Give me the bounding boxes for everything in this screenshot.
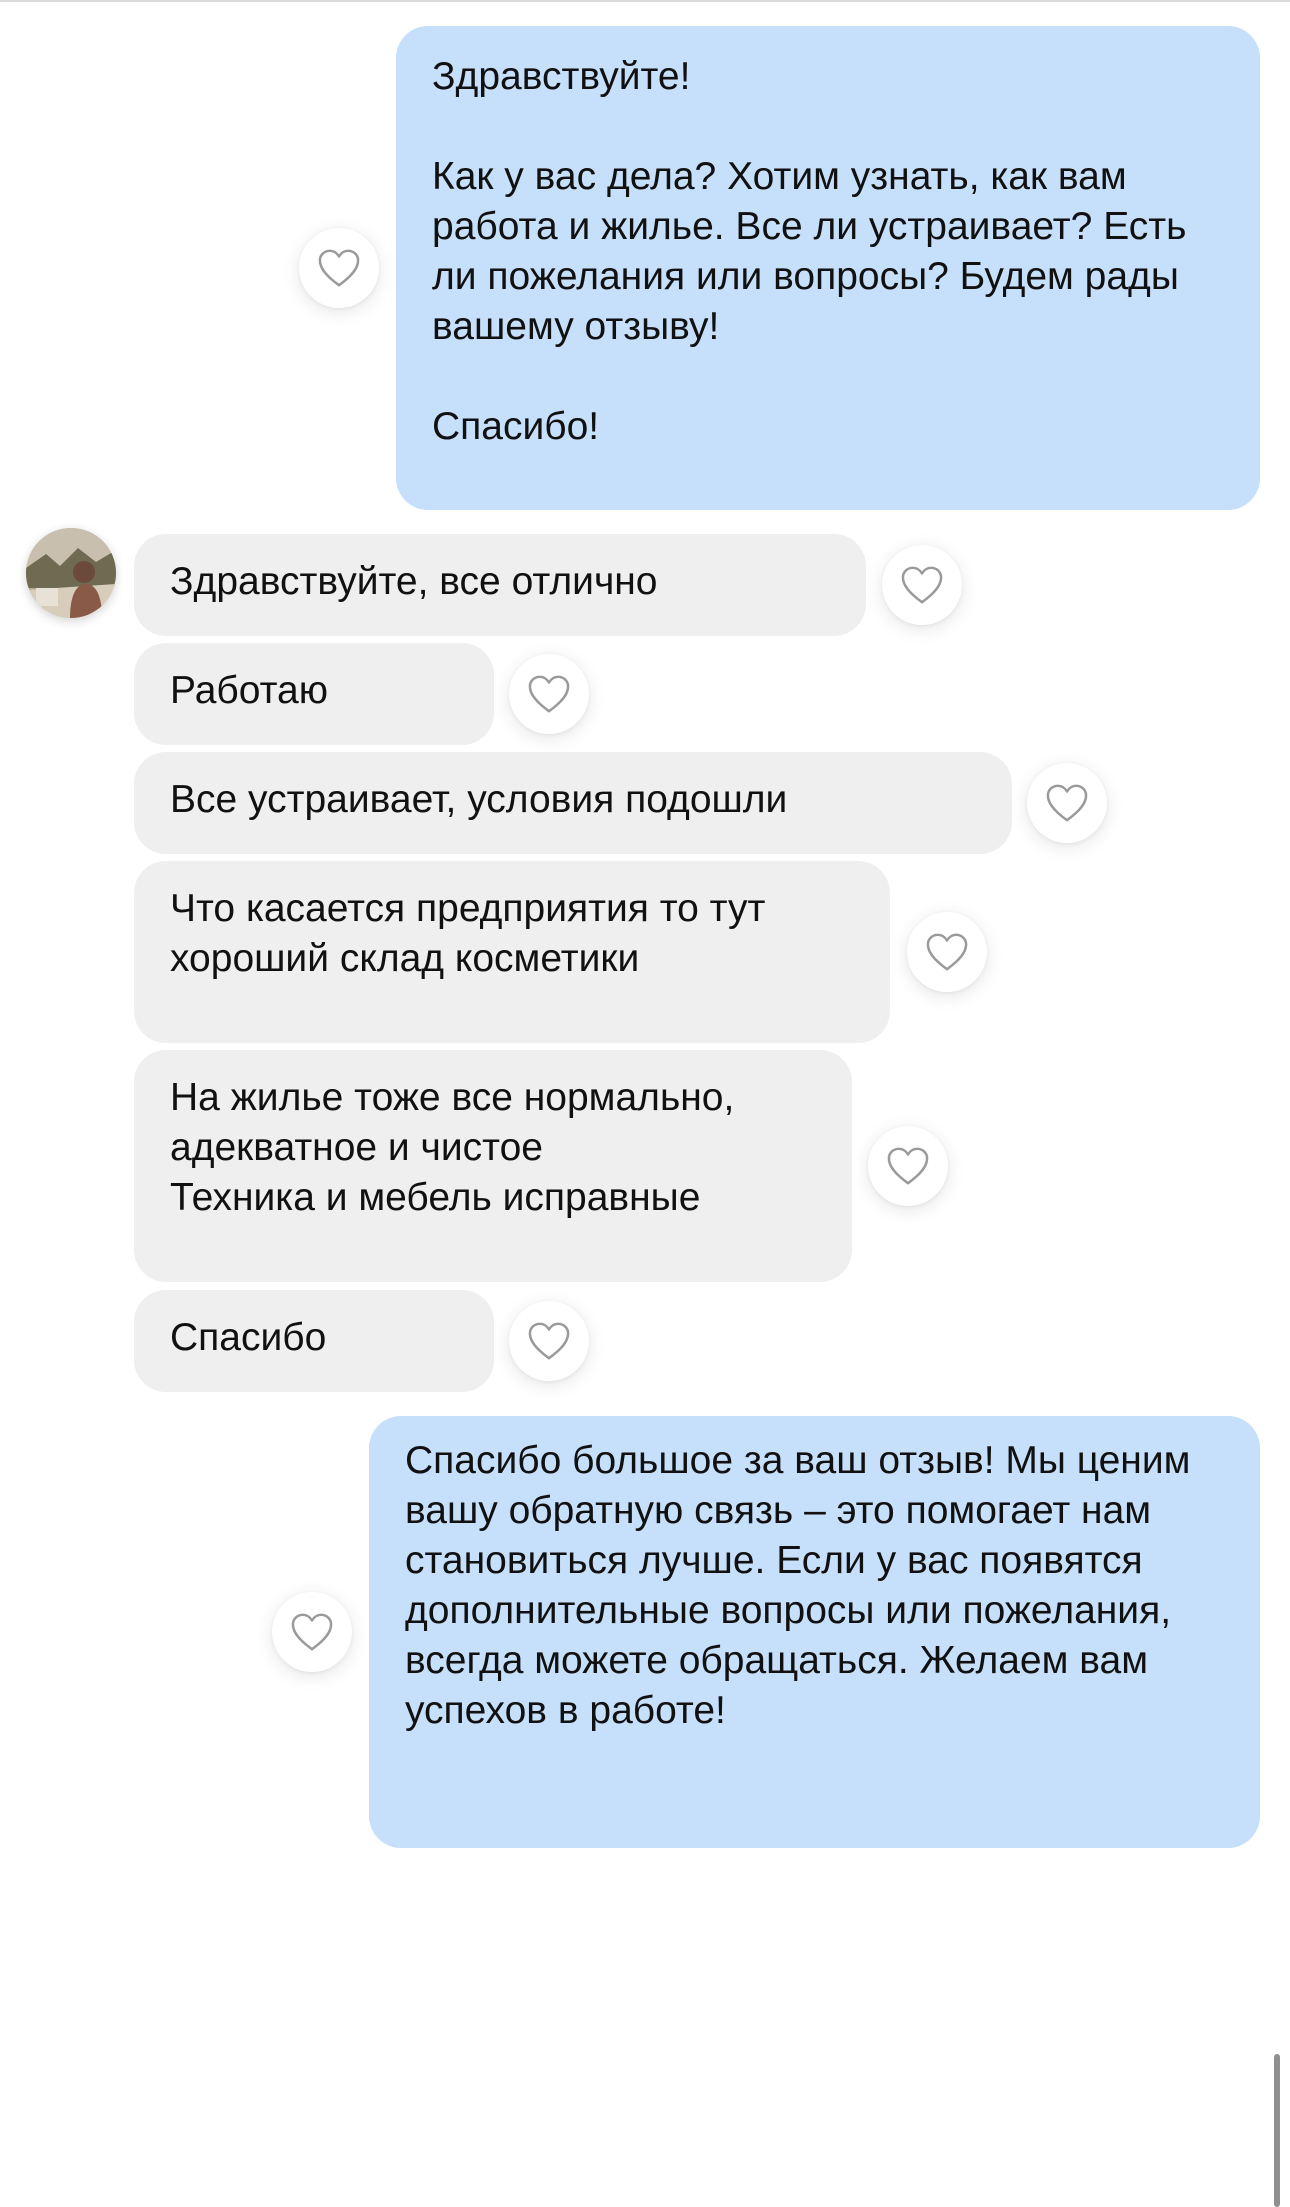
avatar-photo-icon: [26, 528, 116, 618]
top-divider: [0, 0, 1290, 2]
like-heart-icon[interactable]: [509, 1301, 589, 1381]
like-heart-icon[interactable]: [907, 912, 987, 992]
avatar[interactable]: [26, 528, 116, 618]
like-heart-icon[interactable]: [882, 545, 962, 625]
scrollbar[interactable]: [1274, 2054, 1280, 2207]
heart-icon: [291, 1613, 333, 1651]
heart-icon: [901, 566, 943, 604]
like-heart-icon[interactable]: [1027, 763, 1107, 843]
message-bubble-incoming[interactable]: Что касается предприятия то тут хороший …: [134, 861, 890, 1043]
like-heart-icon[interactable]: [868, 1126, 948, 1206]
heart-icon: [926, 933, 968, 971]
heart-icon: [887, 1147, 929, 1185]
message-bubble-incoming[interactable]: Все устраивает, условия подошли: [134, 752, 1012, 854]
like-heart-icon[interactable]: [299, 228, 379, 308]
message-bubble-outgoing[interactable]: Здравствуйте! Как у вас дела? Хотим узна…: [396, 26, 1260, 510]
heart-icon: [528, 675, 570, 713]
heart-icon: [318, 249, 360, 287]
message-bubble-incoming[interactable]: На жилье тоже все нормально, адекватное …: [134, 1050, 852, 1282]
message-bubble-incoming[interactable]: Здравствуйте, все отлично: [134, 534, 866, 636]
heart-icon: [1046, 784, 1088, 822]
like-heart-icon[interactable]: [509, 654, 589, 734]
message-bubble-incoming[interactable]: Работаю: [134, 643, 494, 745]
like-heart-icon[interactable]: [272, 1592, 352, 1672]
heart-icon: [528, 1322, 570, 1360]
message-bubble-incoming[interactable]: Спасибо: [134, 1290, 494, 1392]
message-bubble-outgoing[interactable]: Спасибо большое за ваш отзыв! Мы ценим в…: [369, 1416, 1260, 1848]
